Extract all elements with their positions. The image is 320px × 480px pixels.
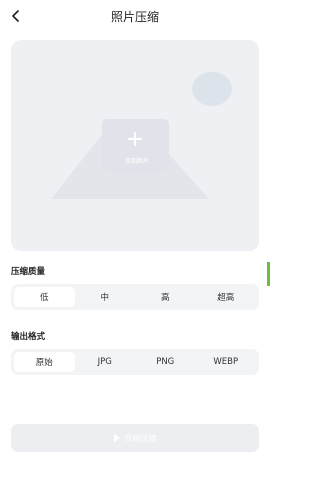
page-title: 照片压缩 xyxy=(110,10,159,24)
quality-section-title: 压缩质量 xyxy=(11,267,46,277)
format-segmented-control: 原始 JPG PNG WEBP xyxy=(11,349,259,375)
quality-option-ultra[interactable]: 超高 xyxy=(196,287,257,307)
scrollbar-indicator xyxy=(267,262,270,286)
quality-segmented-control: 低 中 高 超高 xyxy=(11,284,259,310)
format-option-jpg[interactable]: JPG xyxy=(75,352,136,372)
app-header: 照片压缩 xyxy=(0,0,270,34)
format-option-original[interactable]: 原始 xyxy=(14,352,75,372)
start-compress-label: 开始压缩 xyxy=(124,433,157,443)
format-section-title: 输出格式 xyxy=(11,332,46,342)
image-placeholder-icon xyxy=(51,72,232,199)
format-option-png[interactable]: PNG xyxy=(135,352,196,372)
quality-option-low[interactable]: 低 xyxy=(14,287,75,307)
format-option-webp[interactable]: WEBP xyxy=(196,352,257,372)
quality-option-medium[interactable]: 中 xyxy=(75,287,136,307)
image-upload-area[interactable]: 添加图片 xyxy=(11,40,259,251)
start-compress-button[interactable]: 开始压缩 xyxy=(11,424,259,452)
upload-label: 添加图片 xyxy=(124,158,149,165)
quality-option-high[interactable]: 高 xyxy=(135,287,196,307)
play-icon xyxy=(113,434,120,442)
